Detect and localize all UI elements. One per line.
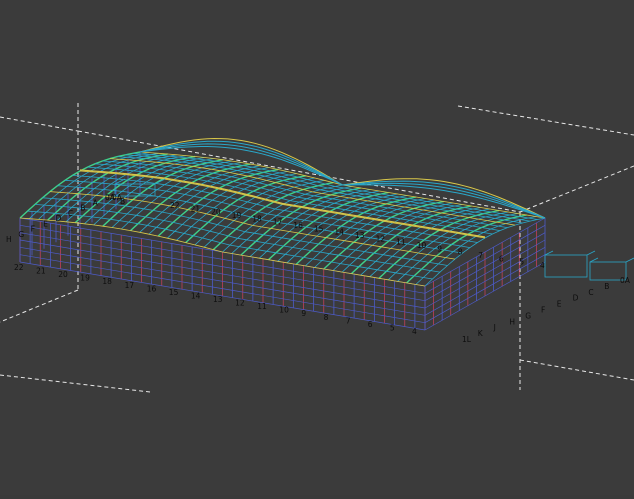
top-axis-label: 5 xyxy=(519,258,524,267)
annex-face xyxy=(544,254,588,278)
top-axis-label: 15 xyxy=(314,224,324,233)
front-axis-label: 12 xyxy=(235,299,245,308)
front-axis-label: 15 xyxy=(169,288,179,297)
top-axis-label: 17 xyxy=(273,218,283,227)
right-axis-label: E xyxy=(557,300,562,309)
annex-structures xyxy=(114,178,634,281)
right-axis-label: J xyxy=(493,323,496,332)
top-axis-label: 8 xyxy=(458,248,463,257)
front-axis-label: 18 xyxy=(102,277,112,286)
annex-edge xyxy=(544,250,554,256)
front-axis-label: 21 xyxy=(36,267,46,276)
front-axis-label: 13 xyxy=(213,295,223,304)
top-axis-label: 11 xyxy=(396,238,406,247)
front-axis-label: 7 xyxy=(346,316,351,325)
roof-mesh xyxy=(19,151,546,287)
top-axis-label: 21 xyxy=(191,204,201,213)
annex-edge xyxy=(154,178,166,185)
right-axis-label: K xyxy=(478,329,484,338)
front-axis-label: 8 xyxy=(324,313,329,322)
top-axis-label: 12 xyxy=(376,234,386,243)
top-axis-label: 4 xyxy=(540,261,545,270)
structural-model-canvas[interactable]: 22 21 20 19 18 17 16 15 14 13 12 11 10 9 8 7 6 5 4 22 21 20 1… xyxy=(0,0,634,495)
left-axis-label: C xyxy=(68,209,73,218)
right-axis-label: F xyxy=(541,306,545,315)
front-axis-label: 10 xyxy=(279,306,289,315)
roof-purlin xyxy=(102,160,508,228)
annex-edge xyxy=(586,250,596,256)
front-axis-label: 16 xyxy=(147,284,157,293)
left-axis-label: H xyxy=(6,235,12,244)
front-axis-label: 19 xyxy=(80,274,90,283)
top-axis-label: 16 xyxy=(293,221,303,230)
left-axis-label: F xyxy=(31,225,35,234)
top-axis-label: 10 xyxy=(417,241,427,250)
top-axis-label: 6 xyxy=(499,254,504,263)
right-axis-label: 0A xyxy=(620,276,631,285)
right-axis-label: H xyxy=(509,317,515,326)
front-axis-numbers: 22 21 20 19 18 17 16 15 14 13 12 11 10 9 8 7 6 5 4 xyxy=(14,263,417,336)
building-structure[interactable] xyxy=(19,137,634,331)
top-axis-label: 13 xyxy=(355,231,365,240)
annex-edge xyxy=(589,257,599,263)
front-axis-label: 5 xyxy=(390,323,395,332)
right-axis-label: B xyxy=(604,282,609,291)
top-axis-label: 19 xyxy=(232,211,242,220)
right-axis-label: G xyxy=(525,311,531,320)
front-axis-label: 9 xyxy=(301,309,306,318)
right-axis-label: C xyxy=(588,288,593,297)
front-axis-label: 17 xyxy=(125,281,135,290)
top-axis-label: 9 xyxy=(437,244,442,253)
front-axis-label: 11 xyxy=(257,302,267,311)
front-axis-label: 22 xyxy=(14,263,24,272)
top-axis-label: 20 xyxy=(211,208,221,217)
front-axis-label: 14 xyxy=(191,291,201,300)
left-axis-label: G xyxy=(18,230,24,239)
top-axis-label: 14 xyxy=(334,228,344,237)
annex-edge xyxy=(625,257,634,263)
topleft-axis-label: B xyxy=(120,197,125,206)
front-axis-label: 4 xyxy=(412,327,417,336)
3d-model-viewport[interactable]: 22 21 20 19 18 17 16 15 14 13 12 11 10 9 8 7 6 5 4 22 21 20 1… xyxy=(0,0,634,495)
left-axis-label: B xyxy=(80,204,85,213)
bounding-box xyxy=(0,103,634,393)
front-axis-label: 20 xyxy=(58,270,68,279)
top-axis-label: 22 xyxy=(170,201,180,210)
top-axis-label: 18 xyxy=(252,214,262,223)
top-axis-label: 7 xyxy=(478,251,483,260)
right-axis-label: D xyxy=(573,294,579,303)
left-axis-label: A xyxy=(93,198,99,207)
front-axis-label: 6 xyxy=(368,320,373,329)
left-axis-label: D xyxy=(56,214,62,223)
right-axis-letters: 1L KJ H G F E DC B 0A xyxy=(462,276,631,344)
right-axis-label: 1L xyxy=(462,335,472,344)
left-axis-label: E xyxy=(43,219,48,228)
